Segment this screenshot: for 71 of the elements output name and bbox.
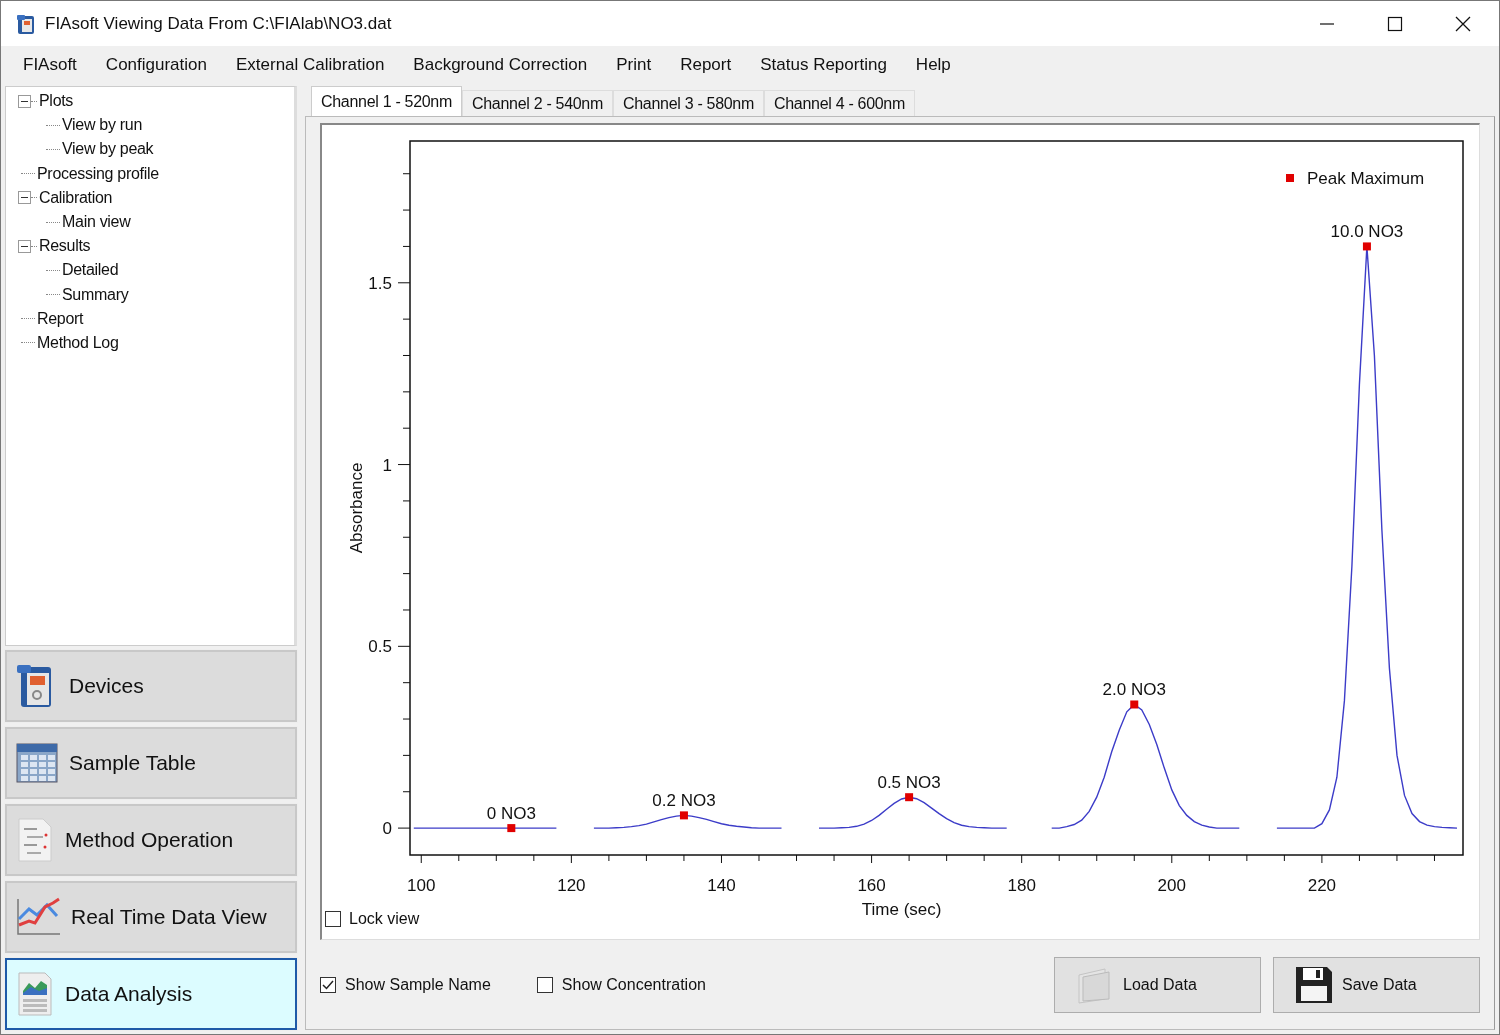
y-tick-label: 0 bbox=[382, 819, 392, 839]
tree-item[interactable]: Calibration bbox=[39, 188, 113, 207]
nav-button[interactable]: Method Operation bbox=[5, 804, 297, 876]
tree-item[interactable]: View by peak bbox=[62, 140, 154, 159]
tree-item[interactable]: Report bbox=[37, 309, 84, 328]
peak-label: 2.0 NO3 bbox=[1102, 680, 1166, 700]
nav-button[interactable]: Sample Table bbox=[5, 727, 297, 799]
y-axis-label: Absorbance bbox=[347, 462, 366, 554]
option-checkbox[interactable] bbox=[320, 976, 336, 993]
menu-item[interactable]: Help bbox=[915, 55, 951, 75]
checkbox-label: Show Sample Name bbox=[345, 975, 491, 994]
tree-item[interactable]: Results bbox=[39, 237, 91, 256]
x-tick-label: 120 bbox=[557, 876, 586, 895]
tree-item[interactable]: Method Log bbox=[37, 333, 119, 352]
menu-item[interactable]: Configuration bbox=[105, 55, 207, 75]
report-icon bbox=[15, 971, 55, 1017]
peak-label: 0.5 NO3 bbox=[877, 773, 941, 793]
option-checkbox[interactable] bbox=[536, 976, 553, 993]
legend-label: Peak Maximum bbox=[1307, 169, 1425, 188]
window-title: FIAsoft Viewing Data From C:\FIAlab\NO3.dat bbox=[45, 13, 392, 34]
channel-tab[interactable]: Channel 4 - 600nm bbox=[764, 90, 915, 116]
tree-item[interactable]: Plots bbox=[39, 92, 74, 111]
menu-item[interactable]: External Calibration bbox=[236, 55, 385, 75]
channel-tab[interactable]: Channel 3 - 580nm bbox=[613, 90, 764, 116]
document-icon bbox=[15, 817, 55, 863]
nav-button[interactable]: Real Time Data View bbox=[5, 881, 297, 953]
x-axis-label: Time (sec) bbox=[861, 900, 942, 919]
y-tick-label: 1 bbox=[382, 455, 392, 475]
x-tick-label: 220 bbox=[1307, 876, 1337, 895]
peak-marker bbox=[507, 824, 516, 833]
peak-marker bbox=[1130, 700, 1139, 709]
channel-tab[interactable]: Channel 2 - 540nm bbox=[462, 90, 613, 116]
checkbox-label: Show Concentration bbox=[561, 975, 706, 994]
lock-view-checkbox[interactable] bbox=[325, 911, 341, 927]
menu-item[interactable]: Status Reporting bbox=[760, 55, 887, 75]
peak-label: 0.2 NO3 bbox=[652, 791, 716, 811]
menu-item[interactable]: Report bbox=[680, 55, 732, 75]
peak-label: 0 NO3 bbox=[486, 804, 536, 824]
close-icon[interactable] bbox=[1455, 15, 1471, 32]
maximize-icon[interactable] bbox=[1387, 15, 1403, 32]
load-data-button[interactable]: Load Data bbox=[1054, 956, 1261, 1013]
tree-item[interactable]: View by run bbox=[62, 116, 142, 135]
peak-marker bbox=[1362, 242, 1371, 251]
x-tick-label: 100 bbox=[407, 876, 436, 895]
checkbox-label: Lock view bbox=[349, 910, 420, 928]
menu-item[interactable]: Background Correction bbox=[413, 55, 588, 75]
peak-marker bbox=[679, 811, 688, 820]
line-chart-icon bbox=[15, 897, 61, 937]
peak-marker bbox=[905, 793, 914, 802]
y-tick-label: 0.5 bbox=[368, 637, 392, 657]
tree-item[interactable]: Detailed bbox=[62, 261, 119, 280]
save-data-button[interactable]: Save Data bbox=[1273, 956, 1480, 1013]
tree-item[interactable]: Processing profile bbox=[37, 164, 159, 183]
y-tick-label: 1.5 bbox=[368, 273, 392, 293]
menu-item[interactable]: FIAsoft bbox=[23, 55, 77, 75]
menu-item[interactable]: Print bbox=[616, 55, 652, 75]
nav-button[interactable]: Data Analysis bbox=[5, 958, 297, 1030]
x-tick-label: 160 bbox=[857, 876, 886, 895]
x-tick-label: 180 bbox=[1007, 876, 1036, 895]
table-icon bbox=[15, 742, 59, 784]
nav-button[interactable]: Devices bbox=[5, 650, 297, 722]
tree-item[interactable]: Summary bbox=[62, 285, 129, 304]
app-icon bbox=[15, 12, 37, 35]
tree-item[interactable]: Main view bbox=[62, 213, 131, 232]
x-tick-label: 140 bbox=[707, 876, 736, 895]
collapse-icon[interactable] bbox=[18, 191, 31, 205]
collapse-icon[interactable] bbox=[18, 94, 31, 108]
x-tick-label: 200 bbox=[1157, 876, 1186, 895]
channel-tab[interactable]: Channel 1 - 520nm bbox=[311, 86, 462, 116]
collapse-icon[interactable] bbox=[18, 239, 31, 253]
peak-label: 10.0 NO3 bbox=[1330, 222, 1404, 242]
